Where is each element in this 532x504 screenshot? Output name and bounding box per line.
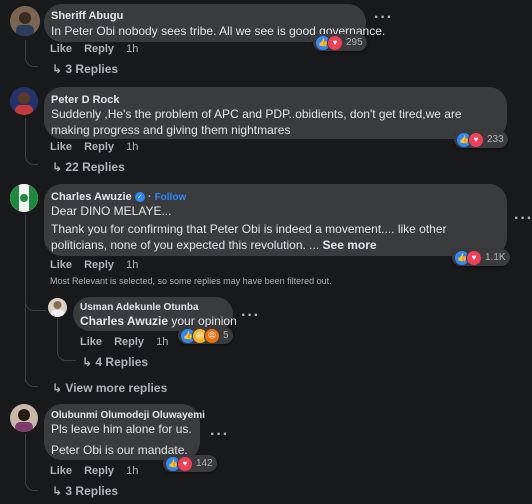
comment-author[interactable]: Olubunmi Olumodeji Oluwayemi [51, 410, 205, 421]
avatar[interactable] [48, 298, 67, 317]
separator-dot: · [147, 191, 152, 203]
comment-text-line2: Thank you for confirming that Peter Obi … [51, 222, 447, 252]
thread-line [25, 290, 46, 311]
comment-author[interactable]: Sheriff Abugu [51, 10, 123, 22]
comment-author[interactable]: Peter D Rock [51, 94, 119, 106]
reaction-count: 142 [196, 458, 213, 469]
reply-button[interactable]: Reply [84, 141, 114, 153]
reaction-summary[interactable]: 👍 ♥ 295 [313, 34, 367, 51]
thread-line [25, 118, 38, 165]
avatar-photo-icon [10, 6, 40, 36]
reply-arrow-icon: ↳ [82, 355, 93, 369]
reply-arrow-icon: ↳ [52, 484, 63, 498]
reply-actions: Like Reply 1h [80, 336, 177, 348]
more-options-icon[interactable]: ··· [374, 9, 393, 27]
comment-actions: Like Reply 1h [50, 259, 147, 271]
reply-text-content: your opinion [171, 314, 237, 328]
mention-link[interactable]: Charles Awuzie [80, 314, 168, 328]
timestamp[interactable]: 1h [126, 259, 138, 271]
reaction-summary[interactable]: 👍 ♥ 1.1K [452, 249, 510, 266]
reply-arrow-icon: ↳ [52, 160, 63, 174]
timestamp[interactable]: 1h [126, 141, 138, 153]
thread-line [25, 370, 38, 387]
timestamp[interactable]: 1h [126, 43, 138, 55]
view-replies-link[interactable]: ↳ 4 Replies [82, 355, 148, 369]
avatar-photo-icon [10, 87, 38, 115]
replies-count-label: 3 Replies [65, 62, 119, 76]
love-icon: ♥ [327, 34, 343, 51]
avatar[interactable] [10, 404, 38, 432]
reaction-count: 1.1K [485, 252, 506, 263]
filter-notice: Most Relevant is selected, so some repli… [50, 276, 332, 286]
reply-button[interactable]: Reply [84, 465, 114, 477]
love-icon: ♥ [468, 131, 484, 148]
comment-actions: Like Reply 1h [50, 141, 147, 153]
comment-text: Suddenly ,He's the problem of APC and PD… [51, 107, 462, 137]
reply-button[interactable]: Reply [84, 259, 114, 271]
reaction-count: 233 [487, 134, 504, 145]
reply-button[interactable]: Reply [84, 43, 114, 55]
comment-text-line1: Pls leave him alone for us. [51, 422, 192, 436]
more-options-icon[interactable]: ··· [210, 426, 229, 444]
view-more-replies-link[interactable]: ↳ View more replies [52, 381, 167, 395]
more-options-icon[interactable]: ··· [241, 307, 260, 325]
avatar[interactable] [10, 184, 38, 212]
comment-author[interactable]: Charles Awuzie [51, 191, 132, 203]
verified-badge-icon: ✓ [134, 192, 145, 203]
timestamp[interactable]: 1h [156, 336, 168, 348]
avatar[interactable] [10, 6, 40, 36]
view-replies-link[interactable]: ↳ 3 Replies [52, 484, 118, 498]
view-replies-link[interactable]: ↳ 22 Replies [52, 160, 125, 174]
angry-icon: 😡 [204, 327, 220, 344]
avatar-logo-icon [10, 184, 38, 212]
reaction-count: 295 [346, 37, 363, 48]
comment-actions: Like Reply 1h [50, 465, 147, 477]
comment-bubble: Charles Awuzie ✓ · Follow Dear DINO MELA… [44, 184, 507, 256]
see-more-link[interactable]: See more [323, 238, 377, 252]
like-button[interactable]: Like [80, 336, 102, 348]
thread-line [25, 434, 38, 491]
replies-count-label: 4 Replies [95, 355, 149, 369]
comment-text-line1: Dear DINO MELAYE... [51, 204, 172, 218]
reply-author[interactable]: Usman Adekunle Otunba [80, 302, 199, 313]
reply-bubble: Usman Adekunle Otunba Charles Awuzie you… [73, 297, 237, 331]
more-options-icon[interactable]: ··· [514, 210, 532, 228]
reply-arrow-icon: ↳ [52, 62, 63, 76]
reply-arrow-icon: ↳ [52, 381, 63, 395]
like-button[interactable]: Like [50, 43, 72, 55]
view-replies-link[interactable]: ↳ 3 Replies [52, 62, 118, 76]
replies-count-label: 22 Replies [65, 160, 125, 174]
comment-text-body: Thank you for confirming that Peter Obi … [51, 221, 499, 253]
comment-bubble: Olubunmi Olumodeji Oluwayemi Pls leave h… [44, 404, 205, 460]
reaction-summary[interactable]: 👍 ♥ 233 [454, 131, 508, 148]
comment-bubble: Peter D Rock Suddenly ,He's the problem … [44, 87, 507, 139]
timestamp[interactable]: 1h [126, 465, 138, 477]
like-button[interactable]: Like [50, 465, 72, 477]
thread-line [57, 318, 76, 361]
comment-author-row: Charles Awuzie ✓ · Follow [51, 191, 186, 203]
like-button[interactable]: Like [50, 259, 72, 271]
like-button[interactable]: Like [50, 141, 72, 153]
reaction-summary[interactable]: 👍 😆 😡 5 [178, 327, 233, 344]
comment-actions: Like Reply 1h [50, 43, 147, 55]
avatar-photo-icon [48, 298, 67, 317]
view-more-label: View more replies [65, 381, 168, 395]
reply-button[interactable]: Reply [114, 336, 144, 348]
reaction-summary[interactable]: 👍 ♥ 142 [163, 455, 217, 472]
love-icon: ♥ [177, 455, 193, 472]
replies-count-label: 3 Replies [65, 484, 119, 498]
thread-line [25, 40, 38, 67]
love-icon: ♥ [466, 249, 482, 266]
avatar[interactable] [10, 87, 38, 115]
avatar-photo-icon [10, 404, 38, 432]
follow-button[interactable]: Follow [155, 192, 187, 203]
reaction-count: 5 [223, 330, 229, 341]
